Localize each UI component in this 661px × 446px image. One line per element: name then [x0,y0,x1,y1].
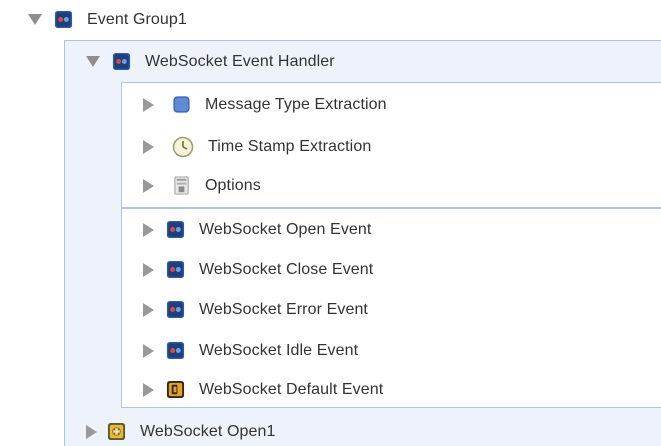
tree-item-websocket-close-event[interactable]: WebSocket Close Event [143,260,661,279]
expand-toggle-icon[interactable] [28,14,42,25]
tree-item-label: WebSocket Event Handler [145,52,335,70]
tree-item-websocket-event-handler[interactable]: WebSocket Event Handler [86,52,661,71]
tree-item-label: WebSocket Idle Event [199,341,359,359]
expand-toggle-icon[interactable] [143,262,154,277]
tree-item-label: Message Type Extraction [205,95,387,113]
tree-item-options[interactable]: Options [143,176,661,195]
tree-item-label: Options [205,176,261,194]
expand-toggle-icon[interactable] [143,222,154,237]
tree-item-label: WebSocket Error Event [199,300,368,318]
websocket-open-icon [107,422,126,441]
websocket-handler-icon [112,52,131,71]
message-type-icon [173,96,190,113]
tree-item-message-type-extraction[interactable]: Message Type Extraction [143,95,661,114]
expand-toggle-icon[interactable] [143,97,154,112]
tree-item-label: Time Stamp Extraction [208,138,372,155]
clock-icon [172,136,194,158]
websocket-event-icon [166,220,185,239]
websocket-event-icon [166,260,185,279]
tree-item-label: WebSocket Open Event [199,220,372,238]
event-group-icon [54,10,73,29]
expand-toggle-icon[interactable] [86,424,97,439]
expand-toggle-icon[interactable] [143,140,154,154]
tree-item-label: WebSocket Close Event [199,260,374,278]
tree-item-websocket-default-event[interactable]: WebSocket Default Event [143,380,661,399]
options-icon [174,176,189,195]
tree-item-label: WebSocket Default Event [199,380,384,398]
tree-item-websocket-open1[interactable]: WebSocket Open1 [86,422,661,441]
tree-item-event-group[interactable]: Event Group1 [28,10,661,29]
expand-toggle-icon[interactable] [143,302,154,317]
expand-toggle-icon[interactable] [143,382,154,397]
expand-toggle-icon[interactable] [143,178,154,193]
websocket-event-icon [166,300,185,319]
event-tree: Event Group1 WebSocket Event Handler Mes… [0,0,661,446]
tree-item-label: WebSocket Open1 [140,422,276,440]
tree-item-websocket-open-event[interactable]: WebSocket Open Event [143,220,661,239]
expand-toggle-icon[interactable] [143,343,154,358]
tree-item-websocket-error-event[interactable]: WebSocket Error Event [143,300,661,319]
tree-item-time-stamp-extraction[interactable]: Time Stamp Extraction [143,136,661,158]
websocket-event-icon [166,341,185,360]
tree-item-label: Event Group1 [87,10,187,28]
default-event-icon [166,380,185,399]
tree-item-websocket-idle-event[interactable]: WebSocket Idle Event [143,341,661,360]
expand-toggle-icon[interactable] [86,56,100,67]
